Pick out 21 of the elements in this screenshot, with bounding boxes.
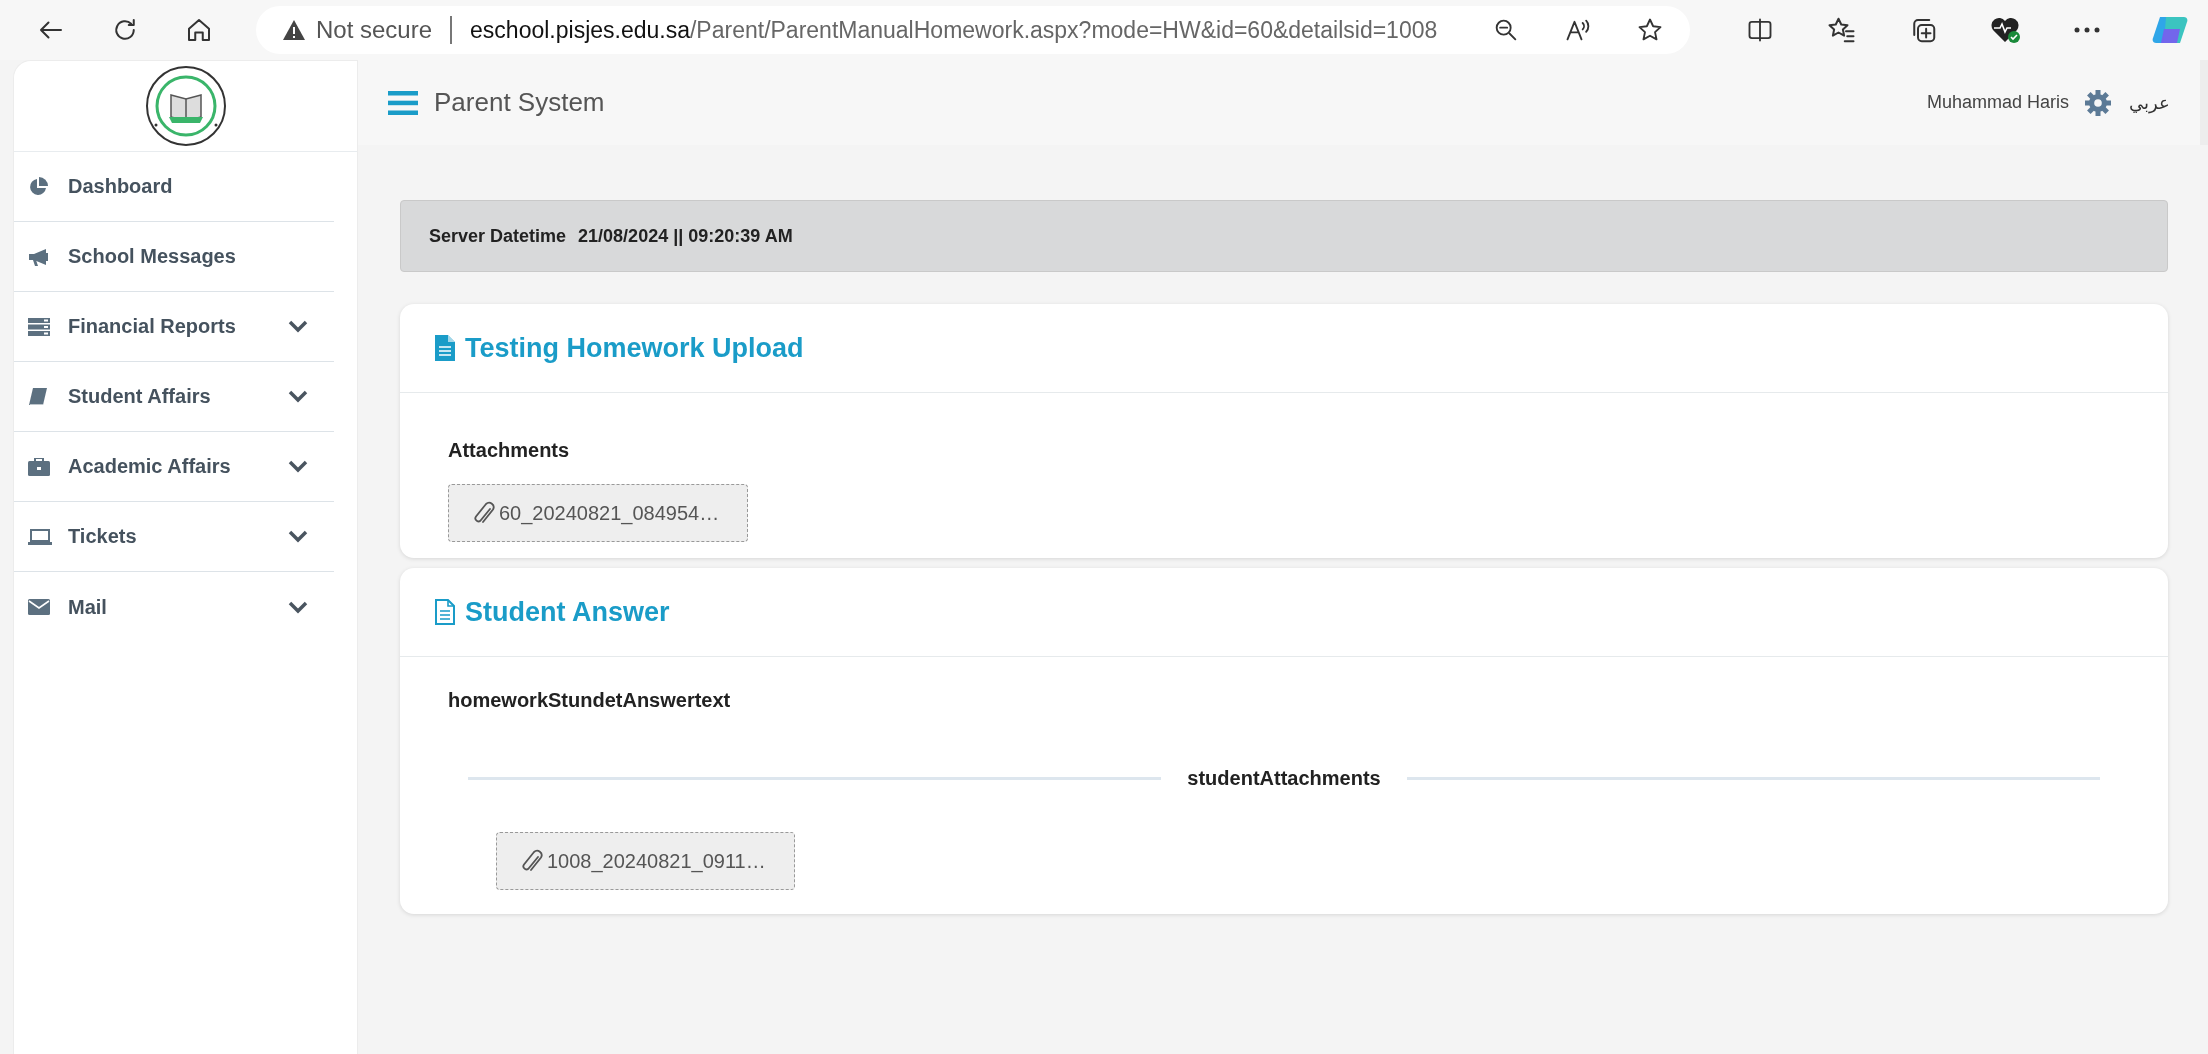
attachments-heading: Attachments — [448, 439, 571, 462]
sidebar-item[interactable]: Dashboard — [14, 152, 334, 222]
card-title: Testing Homework Upload — [465, 332, 804, 364]
address-url[interactable]: eschool.pisjes.edu.sa/Parent/ParentManualHomework.aspx?mode=HW&id=60&detailsid=1008 — [470, 16, 1438, 44]
attachment-link[interactable]: 1008_20240821_0911… — [496, 832, 795, 890]
user-name[interactable]: Muhammad Haris — [1926, 92, 2069, 113]
sidebar-item[interactable]: Financial Reports — [14, 292, 334, 362]
language-link[interactable]: عربي — [2129, 91, 2170, 114]
app-title: Parent System — [434, 87, 605, 118]
server-datetime-label: Server Datetime — [429, 225, 567, 247]
sidebar-item[interactable]: School Messages — [14, 222, 334, 292]
sidebar-item[interactable]: Student Affairs — [14, 362, 334, 432]
attachment-link[interactable]: 60_20240821_084954… — [448, 484, 749, 542]
server-datetime-value: 21/08/2024 || 09:20:39 AM — [578, 225, 793, 247]
sidebar-item[interactable]: Tickets — [14, 502, 334, 572]
sidebar-item[interactable]: Mail — [14, 572, 334, 642]
sidebar-item[interactable]: Academic Affairs — [14, 432, 334, 502]
answer-text: homeworkStundetAnswertext — [448, 689, 732, 712]
security-label[interactable]: Not secure — [316, 16, 433, 44]
attachments-heading: studentAttachments — [1187, 767, 1381, 790]
card-title: Student Answer — [465, 596, 670, 628]
